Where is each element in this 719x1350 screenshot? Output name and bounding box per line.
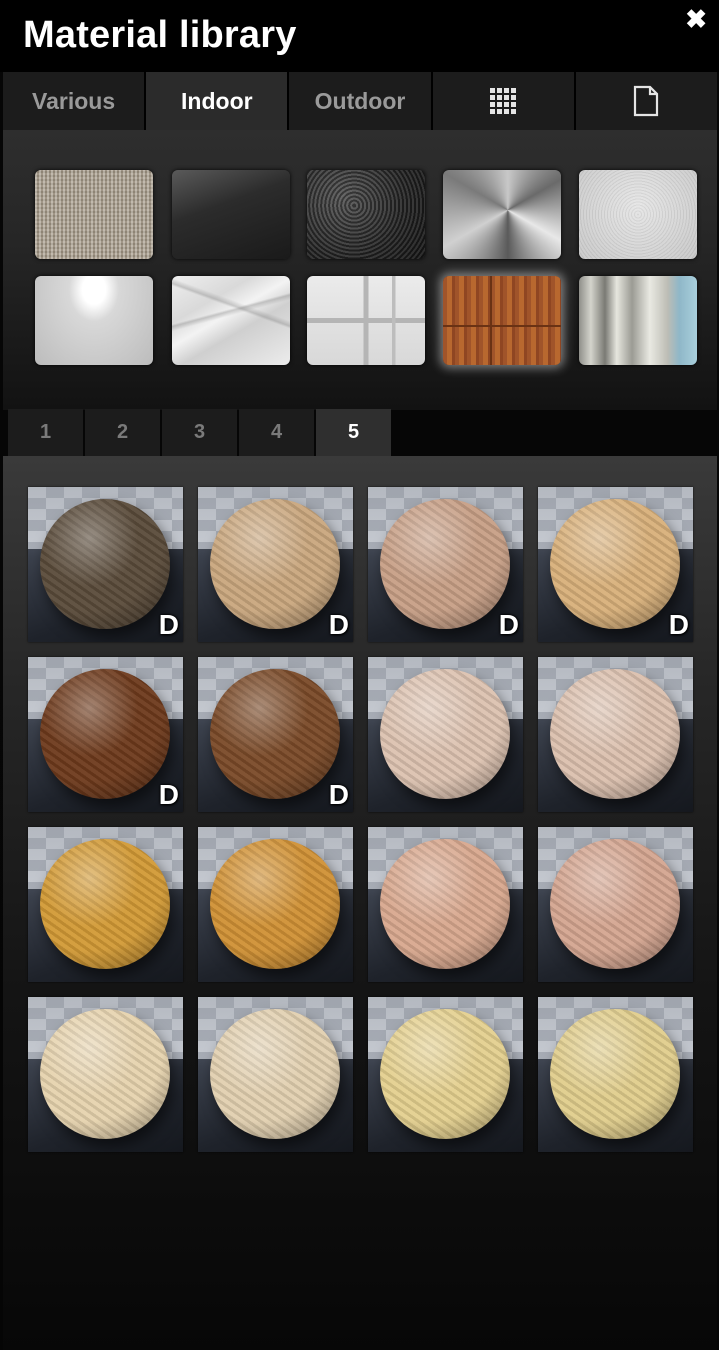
grid-icon bbox=[490, 88, 517, 114]
page-tabs: 1 2 3 4 5 bbox=[8, 409, 393, 456]
material-thumb-brushed-metal[interactable] bbox=[443, 170, 561, 259]
material-tile[interactable] bbox=[538, 997, 693, 1152]
page-tab-1[interactable]: 1 bbox=[8, 409, 83, 456]
material-sphere bbox=[40, 669, 170, 799]
tab-various[interactable]: Various bbox=[3, 72, 147, 130]
material-sphere bbox=[380, 1009, 510, 1139]
material-tile[interactable] bbox=[368, 657, 523, 812]
default-badge: D bbox=[158, 609, 179, 640]
material-library-panel: Material library ✖ Various Indoor Outdoo… bbox=[0, 0, 719, 1350]
tab-file[interactable] bbox=[575, 72, 718, 130]
header: Material library ✖ bbox=[0, 0, 719, 72]
material-sphere bbox=[210, 499, 340, 629]
material-tile[interactable]: D bbox=[368, 487, 523, 642]
material-sphere bbox=[550, 1009, 680, 1139]
material-sphere bbox=[380, 839, 510, 969]
material-tile[interactable]: D bbox=[28, 487, 183, 642]
featured-materials bbox=[3, 130, 717, 410]
file-icon bbox=[633, 85, 659, 117]
material-tile[interactable] bbox=[538, 657, 693, 812]
material-tile[interactable]: D bbox=[538, 487, 693, 642]
page-tab-5[interactable]: 5 bbox=[316, 409, 391, 456]
material-tile[interactable]: D bbox=[198, 657, 353, 812]
page-tab-4[interactable]: 4 bbox=[239, 409, 314, 456]
default-badge: D bbox=[498, 609, 519, 640]
tab-outdoor[interactable]: Outdoor bbox=[289, 72, 433, 130]
material-sphere bbox=[550, 839, 680, 969]
material-thumb-fabric[interactable] bbox=[35, 170, 153, 259]
material-tile[interactable] bbox=[538, 827, 693, 982]
material-sphere bbox=[40, 839, 170, 969]
material-tile[interactable] bbox=[198, 827, 353, 982]
material-tile[interactable] bbox=[368, 827, 523, 982]
material-thumb-black-leather[interactable] bbox=[307, 170, 425, 259]
material-tile[interactable] bbox=[28, 997, 183, 1152]
material-thumb-glossy-black[interactable] bbox=[172, 170, 290, 259]
tab-grid-view[interactable] bbox=[432, 72, 576, 130]
page-tab-3[interactable]: 3 bbox=[162, 409, 237, 456]
material-sphere bbox=[550, 669, 680, 799]
material-thumb-marble[interactable] bbox=[172, 276, 290, 365]
material-tile[interactable] bbox=[198, 997, 353, 1152]
window-title: Material library bbox=[23, 14, 297, 56]
default-badge: D bbox=[668, 609, 689, 640]
category-tabs: Various Indoor Outdoor bbox=[3, 72, 718, 130]
material-sphere bbox=[550, 499, 680, 629]
material-sphere bbox=[210, 1009, 340, 1139]
material-thumb-white-gloss[interactable] bbox=[35, 276, 153, 365]
material-sphere bbox=[380, 499, 510, 629]
material-sphere bbox=[380, 669, 510, 799]
default-badge: D bbox=[328, 779, 349, 810]
default-badge: D bbox=[328, 609, 349, 640]
material-tile[interactable]: D bbox=[198, 487, 353, 642]
material-thumb-white-tiles[interactable] bbox=[307, 276, 425, 365]
material-thumb-white-plaster[interactable] bbox=[579, 170, 697, 259]
material-sphere bbox=[210, 669, 340, 799]
default-badge: D bbox=[158, 779, 179, 810]
material-tile[interactable] bbox=[28, 827, 183, 982]
page-tab-2[interactable]: 2 bbox=[85, 409, 160, 456]
material-sphere bbox=[40, 499, 170, 629]
tab-indoor[interactable]: Indoor bbox=[146, 72, 290, 130]
material-sphere bbox=[210, 839, 340, 969]
material-tile[interactable]: D bbox=[28, 657, 183, 812]
material-thumb-curtain[interactable] bbox=[579, 276, 697, 365]
material-preview-grid: D D D D D D bbox=[3, 456, 717, 1350]
close-icon[interactable]: ✖ bbox=[685, 6, 707, 32]
material-sphere bbox=[40, 1009, 170, 1139]
material-tile[interactable] bbox=[368, 997, 523, 1152]
material-thumb-wood-floor[interactable] bbox=[443, 276, 561, 365]
